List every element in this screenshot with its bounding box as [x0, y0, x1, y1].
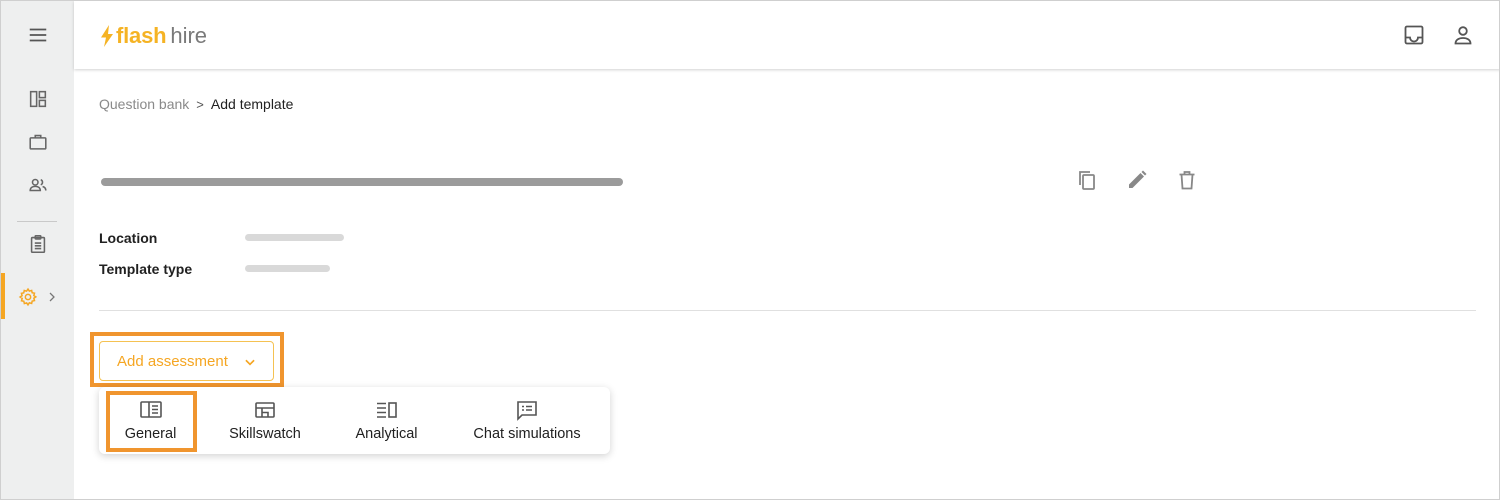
- sidebar-item-dashboard[interactable]: [1, 79, 74, 119]
- template-type-label: Template type: [99, 261, 193, 277]
- menu-item-label: Chat simulations: [473, 426, 581, 442]
- inbox-icon[interactable]: [1402, 23, 1426, 47]
- sidebar-item-question-bank[interactable]: [1, 224, 74, 264]
- highlight-general: [106, 391, 197, 452]
- location-label: Location: [99, 230, 158, 246]
- breadcrumb-separator: >: [196, 96, 204, 112]
- chat-icon: [517, 401, 537, 421]
- people-icon: [28, 178, 47, 192]
- location-value-placeholder: [245, 234, 344, 241]
- menu-button[interactable]: [1, 15, 74, 55]
- dashboard-icon: [29, 90, 46, 108]
- analytical-icon: [376, 402, 397, 418]
- template-title-placeholder: [101, 178, 623, 186]
- sidebar-divider: [17, 221, 57, 222]
- logo-text-flash: flash: [116, 23, 167, 48]
- sidebar: [1, 1, 74, 499]
- sidebar-item-jobs[interactable]: [1, 122, 74, 162]
- menu-item-label: Analytical: [355, 426, 418, 442]
- breadcrumb: Question bank > Add template: [99, 96, 293, 112]
- breadcrumb-current: Add template: [210, 96, 294, 112]
- clipboard-icon: [30, 234, 45, 254]
- chevron-right-icon: [49, 292, 55, 302]
- menu-icon: [29, 28, 46, 42]
- skillswatch-icon: [255, 402, 275, 418]
- add-assessment-button[interactable]: Add assessment: [99, 341, 274, 381]
- menu-item-analytical[interactable]: Analytical: [345, 387, 428, 454]
- breadcrumb-question-bank[interactable]: Question bank: [99, 96, 189, 112]
- main-content: Question bank > Add template Location Te…: [74, 69, 1499, 499]
- lightning-bolt-icon: [101, 25, 113, 47]
- app-window: flash hire Question bank > Add template …: [0, 0, 1500, 500]
- menu-item-skillswatch[interactable]: Skillswatch: [217, 387, 313, 454]
- top-bar: flash hire: [74, 1, 1499, 69]
- logo[interactable]: flash hire: [100, 21, 207, 51]
- settings-icon: [18, 287, 37, 307]
- copy-icon[interactable]: [1075, 168, 1099, 192]
- sidebar-item-settings[interactable]: [1, 277, 74, 317]
- template-type-value-placeholder: [245, 265, 330, 272]
- user-icon[interactable]: [1451, 23, 1475, 47]
- menu-item-chat-simulations[interactable]: Chat simulations: [461, 387, 593, 454]
- logo-text-hire: hire: [170, 23, 208, 48]
- edit-icon[interactable]: [1125, 168, 1149, 192]
- section-divider: [99, 310, 1476, 311]
- delete-icon[interactable]: [1175, 168, 1199, 192]
- sidebar-item-candidates[interactable]: [1, 165, 74, 205]
- menu-item-label: Skillswatch: [229, 426, 301, 442]
- add-assessment-label: Add assessment: [117, 352, 228, 370]
- briefcase-icon: [28, 134, 47, 150]
- chevron-down-icon: [245, 359, 255, 366]
